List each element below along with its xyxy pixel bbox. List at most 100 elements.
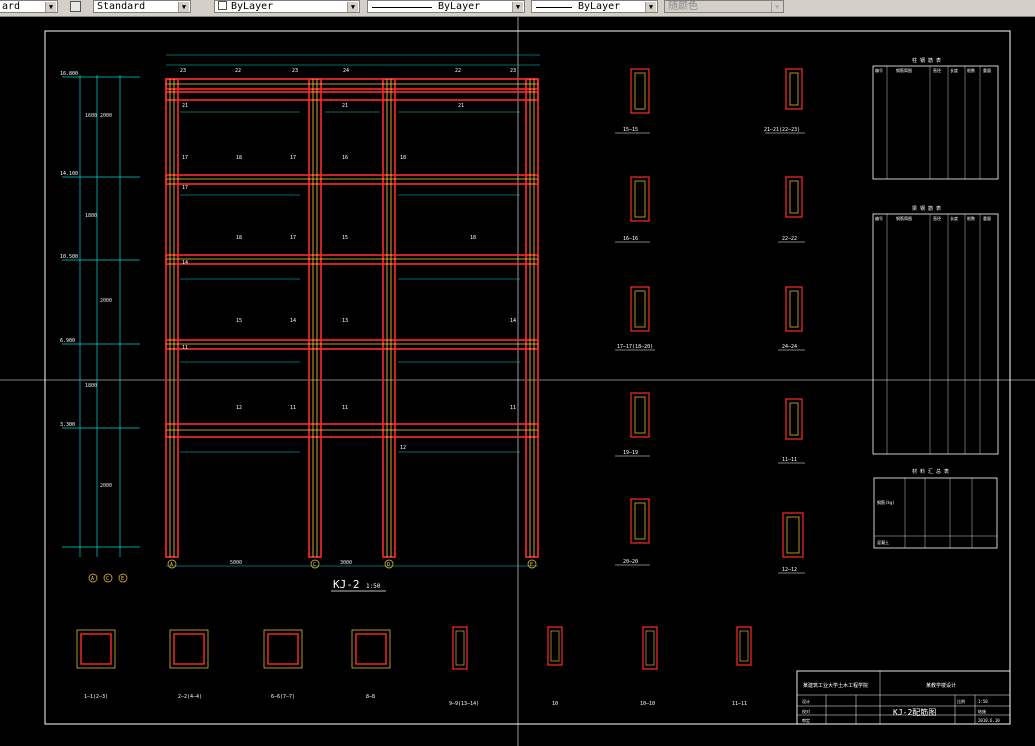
tb-project: 某教学楼设计 <box>926 682 956 689</box>
left-axis-c: C <box>106 576 109 582</box>
lineweight-sample <box>536 7 572 8</box>
table3-label: 钢筋(kg) <box>877 499 895 505</box>
chevron-down-icon[interactable]: ▼ <box>45 2 56 12</box>
svg-text:11: 11 <box>510 405 516 411</box>
linetype-value: ByLayer <box>438 1 481 12</box>
t2-h3: 长度 <box>950 215 958 221</box>
frame-scale: 1:50 <box>366 583 381 590</box>
layer-state-value: ard <box>2 1 21 12</box>
section-19: 19—19 <box>623 450 638 456</box>
svg-text:23: 23 <box>180 68 186 74</box>
material-summary-table: 材 料 汇 总 表 钢筋(kg) 混凝土 <box>873 468 998 549</box>
svg-text:22: 22 <box>455 68 461 74</box>
drawing-border <box>44 30 1011 725</box>
t1-h0: 编号 <box>875 67 883 73</box>
t2-h1: 钢筋简图 <box>896 215 912 221</box>
section-21: 21—21(22—23) <box>764 127 800 133</box>
svg-text:2000: 2000 <box>100 483 112 489</box>
section-10b: 10—10 <box>640 701 655 707</box>
axis-d: D <box>387 562 390 568</box>
section-24: 24—24 <box>782 344 797 350</box>
svg-text:12: 12 <box>236 405 242 411</box>
plot-style-value: 随颜色 <box>668 1 698 12</box>
t2-h4: 根数 <box>967 215 975 221</box>
svg-text:12: 12 <box>400 445 406 451</box>
section-11b: 11—11 <box>732 701 747 707</box>
section-10a: 10 <box>552 701 558 707</box>
linetype-sample <box>372 7 432 8</box>
frame-title: KJ-2 <box>333 578 360 591</box>
lineweight-combo[interactable]: ByLayer ▼ <box>531 0 658 13</box>
tb-school: 某建筑工业大学土木工程学院 <box>803 682 868 689</box>
section-1: 1—1(2—3) <box>84 694 108 700</box>
svg-text:21: 21 <box>458 103 464 109</box>
table3-title: 材 料 汇 总 表 <box>912 468 949 475</box>
svg-text:21: 21 <box>182 103 188 109</box>
section-6: 6—6(7—7) <box>271 694 295 700</box>
text-style-value: Standard <box>97 1 146 12</box>
frame-kj2[interactable]: 23 22 23 24 22 23 21 21 21 17 18 17 17 18 17 14 15 1… <box>165 54 540 592</box>
svg-text:17: 17 <box>290 235 296 241</box>
tb-design: 设计 <box>802 698 810 704</box>
section-details-col1: 15—15 16—16 17—17(18—20) 19—19 20—20 <box>615 68 655 566</box>
rebar-table-columns: 柱 钢 筋 表 编号 钢筋简图 直径 长度 根数 重量 <box>872 57 999 180</box>
elevation-ticks: 1600 20001800 200018002000 <box>85 113 112 489</box>
chevron-down-icon[interactable]: ▼ <box>178 2 189 12</box>
text-style-combo[interactable]: Standard ▼ <box>93 0 191 13</box>
t1-h5: 重量 <box>983 67 991 73</box>
text-style-icon[interactable] <box>70 1 81 12</box>
section-2: 2—2(4—4) <box>178 694 202 700</box>
svg-text:1600: 1600 <box>85 113 97 119</box>
tb-date: 2010.6.10 <box>978 718 1000 723</box>
svg-text:18: 18 <box>400 155 406 161</box>
chevron-down-icon[interactable]: ▼ <box>347 2 358 12</box>
svg-text:11: 11 <box>182 345 188 351</box>
svg-text:24: 24 <box>343 68 349 74</box>
span-left-dim: 3000 <box>340 560 352 566</box>
bottom-sections: 1—1(2—3) 2—2(4—4) 6—6(7—7) 8—8 9—9(13—14… <box>76 626 752 707</box>
svg-text:18: 18 <box>236 155 242 161</box>
cad-drawing-canvas[interactable]: 1600 20001800 200018002000 16.800 14.100 … <box>0 17 1035 746</box>
tb-scale-value: 1:50 <box>978 699 988 704</box>
section-details-col2: 21—21(22—23) 22—22 24—24 11—11 12—12 <box>764 68 805 574</box>
svg-text:2000: 2000 <box>100 298 112 304</box>
svg-text:14: 14 <box>510 318 516 324</box>
chevron-down-icon[interactable]: ▼ <box>645 2 656 12</box>
section-17: 17—17(18—20) <box>617 344 653 350</box>
table1-title: 柱 钢 筋 表 <box>912 57 941 64</box>
chevron-down-icon[interactable]: ▼ <box>512 2 523 12</box>
svg-text:1800: 1800 <box>85 213 97 219</box>
elevation-5: 3.300 <box>60 422 75 428</box>
svg-text:14: 14 <box>182 260 188 266</box>
svg-text:14: 14 <box>290 318 296 324</box>
section-11: 11—11 <box>782 457 797 463</box>
color-swatch-icon <box>218 1 227 10</box>
svg-text:23: 23 <box>510 68 516 74</box>
svg-text:17: 17 <box>290 155 296 161</box>
section-9: 9—9(13—14) <box>449 701 479 707</box>
svg-text:16: 16 <box>342 155 348 161</box>
linetype-combo[interactable]: ByLayer ▼ <box>367 0 525 13</box>
svg-text:21: 21 <box>342 103 348 109</box>
elevation-3: 10.500 <box>60 254 78 260</box>
svg-text:13: 13 <box>342 318 348 324</box>
t1-h4: 根数 <box>967 67 975 73</box>
layer-state-combo[interactable]: ard ▼ <box>0 0 58 13</box>
svg-text:17: 17 <box>182 155 188 161</box>
t2-h5: 重量 <box>983 215 991 221</box>
color-combo[interactable]: ByLayer ▼ <box>214 0 360 13</box>
section-12: 12—12 <box>782 567 797 573</box>
axis-a: A <box>170 562 173 568</box>
svg-text:2000: 2000 <box>100 113 112 119</box>
svg-text:17: 17 <box>182 185 188 191</box>
svg-text:15: 15 <box>342 235 348 241</box>
tb-sheet: 结施 <box>978 708 986 714</box>
section-22: 22—22 <box>782 236 797 242</box>
rebar-table-beams: 梁 钢 筋 表 编号 钢筋简图 直径 长度 根数 重量 <box>872 205 999 455</box>
tb-drawing-name: KJ-2配筋图 <box>893 707 936 717</box>
section-15: 15—15 <box>623 127 638 133</box>
svg-text:1800: 1800 <box>85 383 97 389</box>
svg-text:11: 11 <box>290 405 296 411</box>
elevation-4: 6.900 <box>60 338 75 344</box>
title-block: 某建筑工业大学土木工程学院 某教学楼设计 KJ-2配筋图 设计 校对 审定 比例… <box>796 670 1011 725</box>
